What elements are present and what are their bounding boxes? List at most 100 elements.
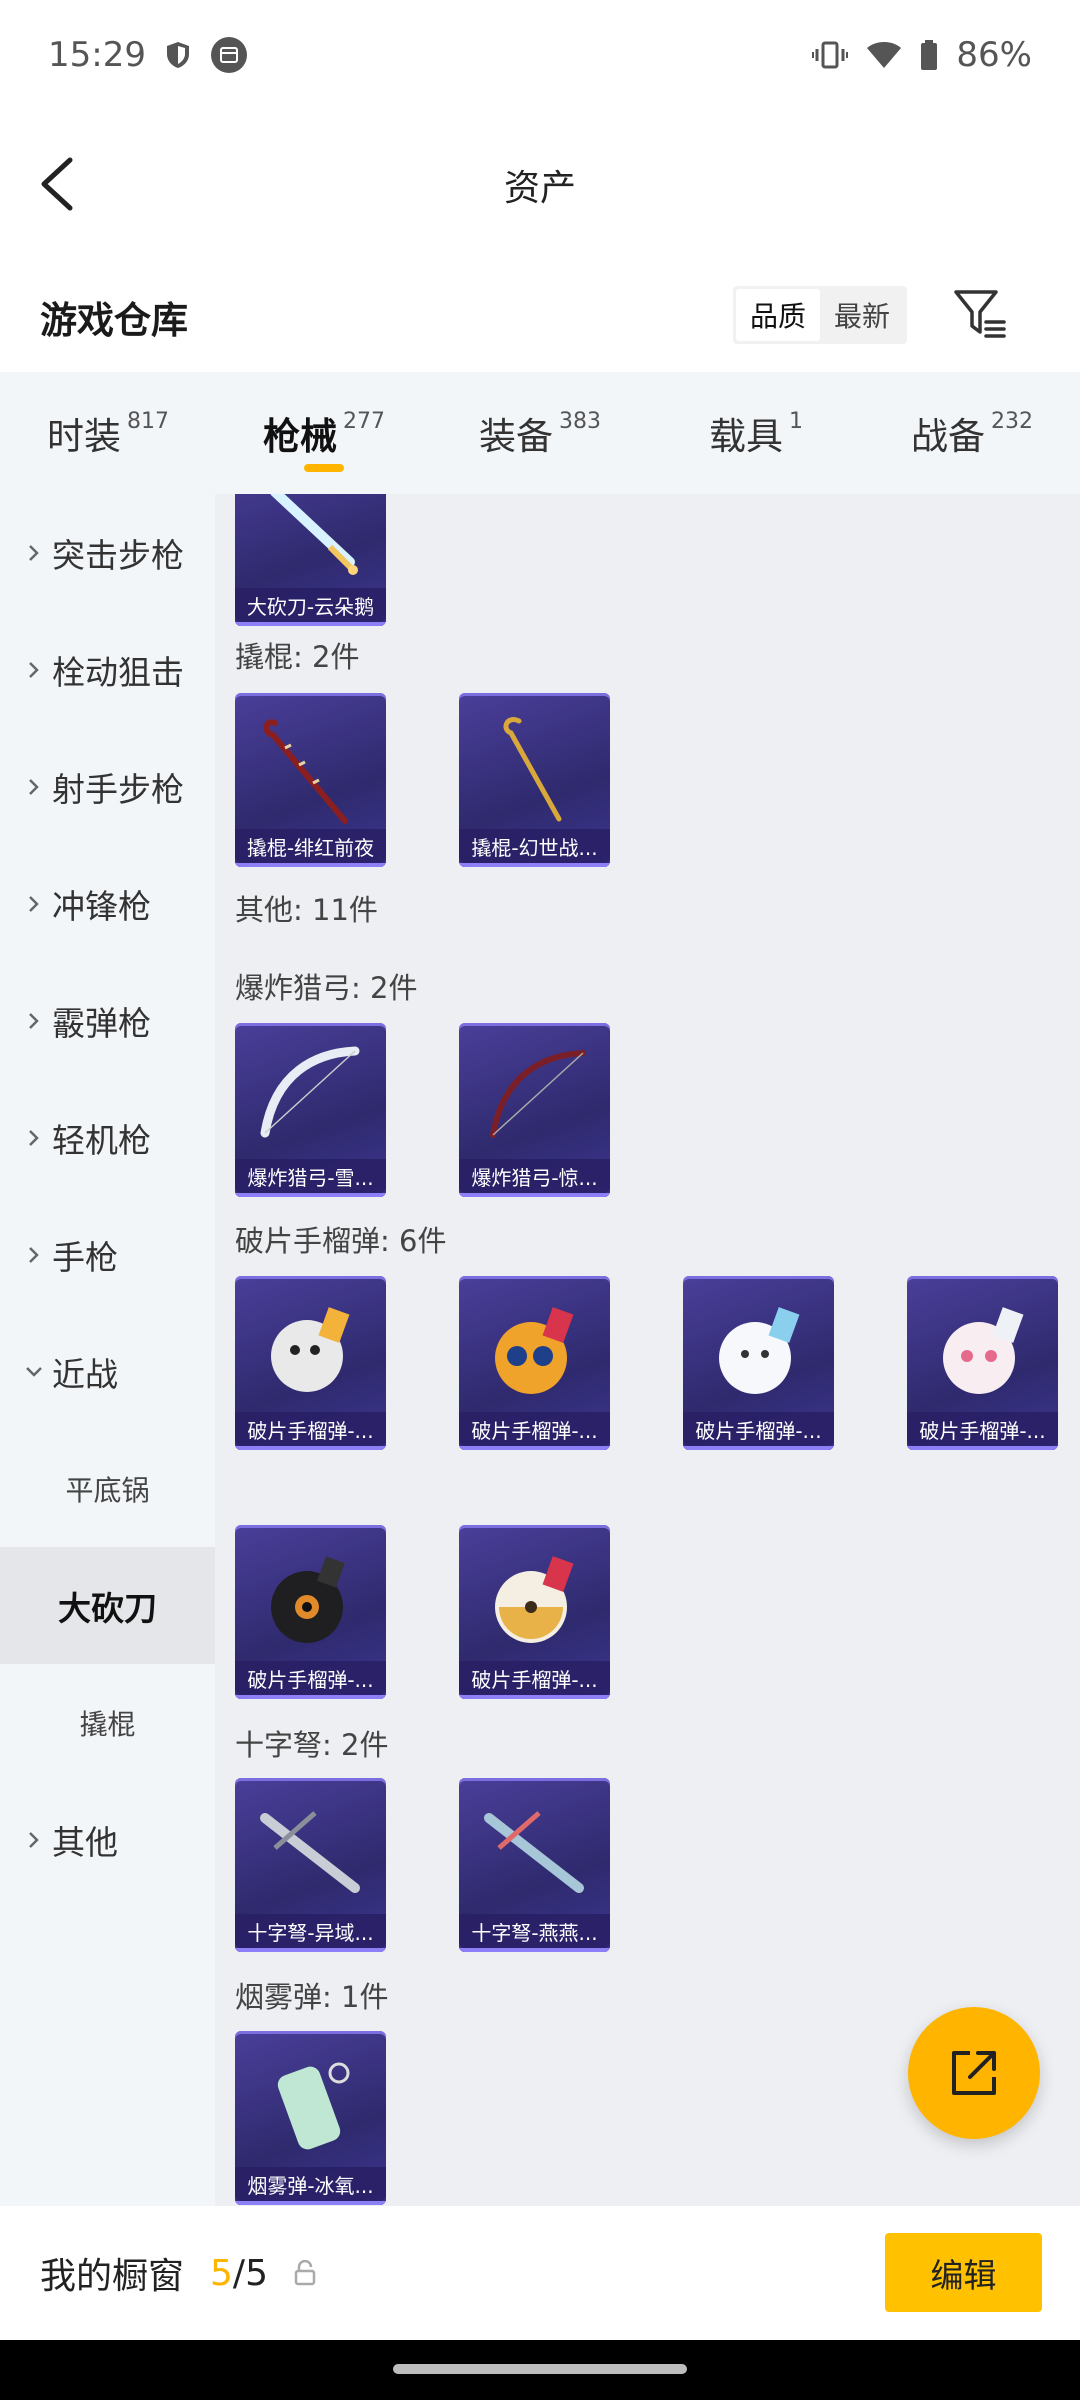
item-card[interactable]: 撬棍-绯红前夜 [235, 693, 386, 867]
sidebar-item-label: 轻机枪 [52, 1120, 151, 1160]
group-label-other: 其他: 11件 [235, 893, 378, 927]
item-card[interactable]: 大砍刀-云朵鹅 [235, 494, 386, 626]
showcase-total: 5 [245, 2252, 268, 2294]
bow-icon [490, 1050, 586, 1138]
item-card[interactable]: 破片手榴弹-... [459, 1276, 610, 1450]
sidebar-subitem-machete[interactable]: 大砍刀 [0, 1547, 215, 1664]
sidebar-item-label: 霰弹枪 [52, 1003, 151, 1043]
item-card[interactable]: 破片手榴弹-... [459, 1525, 610, 1699]
item-card[interactable]: 破片手榴弹-... [235, 1525, 386, 1699]
item-card-label: 破片手榴弹-... [459, 1661, 610, 1699]
sidebar-item-label: 其他 [52, 1822, 118, 1862]
item-card-label: 撬棍-绯红前夜 [235, 829, 386, 867]
shield-icon [164, 40, 192, 70]
item-grid: 大砍刀-云朵鹅 撬棍: 2件 撬棍-绯红前夜 撬棍-幻世战... 其他: 11件… [215, 494, 1080, 2206]
chevron-right-icon [22, 658, 46, 682]
item-card-label: 大砍刀-云朵鹅 [235, 588, 386, 626]
sidebar-subitem-pan[interactable]: 平底锅 [0, 1430, 215, 1547]
sidebar-item-bolt-sniper[interactable]: 栓动狙击 [0, 611, 215, 728]
tab-firearms[interactable]: 枪械 277 [216, 372, 432, 494]
status-time: 15:29 [48, 35, 146, 75]
tab-count: 1 [789, 408, 803, 434]
item-card[interactable]: 破片手榴弹-... [907, 1276, 1058, 1450]
sidebar-item-lmg[interactable]: 轻机枪 [0, 1079, 215, 1196]
system-nav-bar [0, 2340, 1080, 2400]
grenade-icon [271, 1307, 350, 1392]
group-label-crossbow: 十字弩: 2件 [235, 1728, 389, 1762]
grenade-icon [495, 1556, 574, 1643]
share-fab[interactable] [908, 2007, 1040, 2139]
tab-label: 战备 [911, 415, 985, 458]
grenade-icon [495, 1307, 574, 1394]
sidebar-item-pistol[interactable]: 手枪 [0, 1196, 215, 1313]
calendar-icon [210, 36, 248, 74]
item-card-label: 撬棍-幻世战... [459, 829, 610, 867]
item-card[interactable]: 破片手榴弹-... [235, 1276, 386, 1450]
item-card[interactable]: 十字弩-燕燕... [459, 1778, 610, 1952]
item-card[interactable]: 撬棍-幻世战... [459, 693, 610, 867]
machete-icon [270, 494, 358, 575]
item-card[interactable]: 爆炸猎弓-惊... [459, 1023, 610, 1197]
item-card-label: 破片手榴弹-... [235, 1412, 386, 1450]
filter-icon [954, 290, 1006, 338]
sort-toggle: 品质 最新 [733, 286, 907, 344]
back-button[interactable] [34, 154, 94, 214]
item-card-label: 破片手榴弹-... [459, 1412, 610, 1450]
item-card-label: 十字弩-燕燕... [459, 1914, 610, 1952]
tab-label: 载具 [709, 415, 783, 458]
group-label-grenade: 破片手榴弹: 6件 [235, 1224, 447, 1258]
sidebar-item-label: 突击步枪 [52, 535, 184, 575]
chevron-left-icon [41, 157, 73, 211]
chevron-right-icon [22, 1243, 46, 1267]
status-left: 15:29 [48, 35, 248, 75]
item-card[interactable]: 爆炸猎弓-雪... [235, 1023, 386, 1197]
filter-button[interactable] [950, 284, 1010, 344]
item-card-label: 爆炸猎弓-惊... [459, 1159, 610, 1197]
tab-active-indicator [304, 464, 344, 472]
page-title: 资产 [503, 168, 576, 209]
tab-equipment[interactable]: 装备 383 [432, 372, 648, 494]
sidebar-item-label: 射手步枪 [52, 769, 184, 809]
crowbar-icon [503, 717, 562, 822]
tab-vehicles[interactable]: 载具 1 [648, 372, 864, 494]
sidebar-item-other[interactable]: 其他 [0, 1781, 215, 1898]
item-card[interactable]: 烟雾弹-冰氧... [235, 2031, 386, 2205]
sort-latest-button[interactable]: 最新 [820, 289, 904, 341]
chevron-right-icon [22, 892, 46, 916]
sidebar-item-shotgun[interactable]: 霰弹枪 [0, 962, 215, 1079]
edit-button[interactable]: 编辑 [885, 2233, 1042, 2312]
grenade-icon [719, 1307, 800, 1394]
sidebar-item-label: 近战 [52, 1354, 118, 1394]
sidebar-item-marksman-rifle[interactable]: 射手步枪 [0, 728, 215, 845]
status-right: 86% [812, 35, 1032, 75]
sort-quality-button[interactable]: 品质 [736, 289, 820, 341]
sidebar-item-melee[interactable]: 近战 [0, 1313, 215, 1430]
item-card[interactable]: 破片手榴弹-... [683, 1276, 834, 1450]
sidebar-item-assault-rifle[interactable]: 突击步枪 [0, 494, 215, 611]
home-indicator[interactable] [393, 2364, 687, 2374]
sidebar-item-smg[interactable]: 冲锋枪 [0, 845, 215, 962]
chevron-right-icon [22, 775, 46, 799]
app-bar: 资产 [0, 110, 1080, 260]
tab-count: 817 [127, 408, 169, 434]
showcase-label: 我的橱窗 [40, 2256, 185, 2297]
item-card-label: 破片手榴弹-... [235, 1661, 386, 1699]
chevron-right-icon [22, 1009, 46, 1033]
group-label-crowbar: 撬棍: 2件 [235, 640, 360, 674]
chevron-right-icon [22, 1126, 46, 1150]
tab-fashion[interactable]: 时装 817 [0, 372, 216, 494]
lock-icon [294, 2260, 316, 2286]
sidebar: 突击步枪 栓动狙击 射手步枪 冲锋枪 霰弹枪 轻机枪 手枪 近战 平底锅 大砍刀… [0, 494, 215, 2206]
wifi-icon [866, 40, 902, 70]
external-link-icon [952, 2051, 996, 2095]
grenade-icon [271, 1556, 345, 1643]
tab-count: 383 [559, 408, 601, 434]
chevron-down-icon [22, 1360, 46, 1384]
item-card[interactable]: 十字弩-异域... [235, 1778, 386, 1952]
warehouse-title: 游戏仓库 [40, 299, 188, 342]
sidebar-subitem-crowbar[interactable]: 撬棍 [0, 1664, 215, 1781]
item-card-label: 爆炸猎弓-雪... [235, 1159, 386, 1197]
battery-level: 86% [956, 35, 1032, 75]
showcase-bar: 我的橱窗 5/5 编辑 [0, 2206, 1080, 2340]
tab-tactical[interactable]: 战备 232 [864, 372, 1080, 494]
